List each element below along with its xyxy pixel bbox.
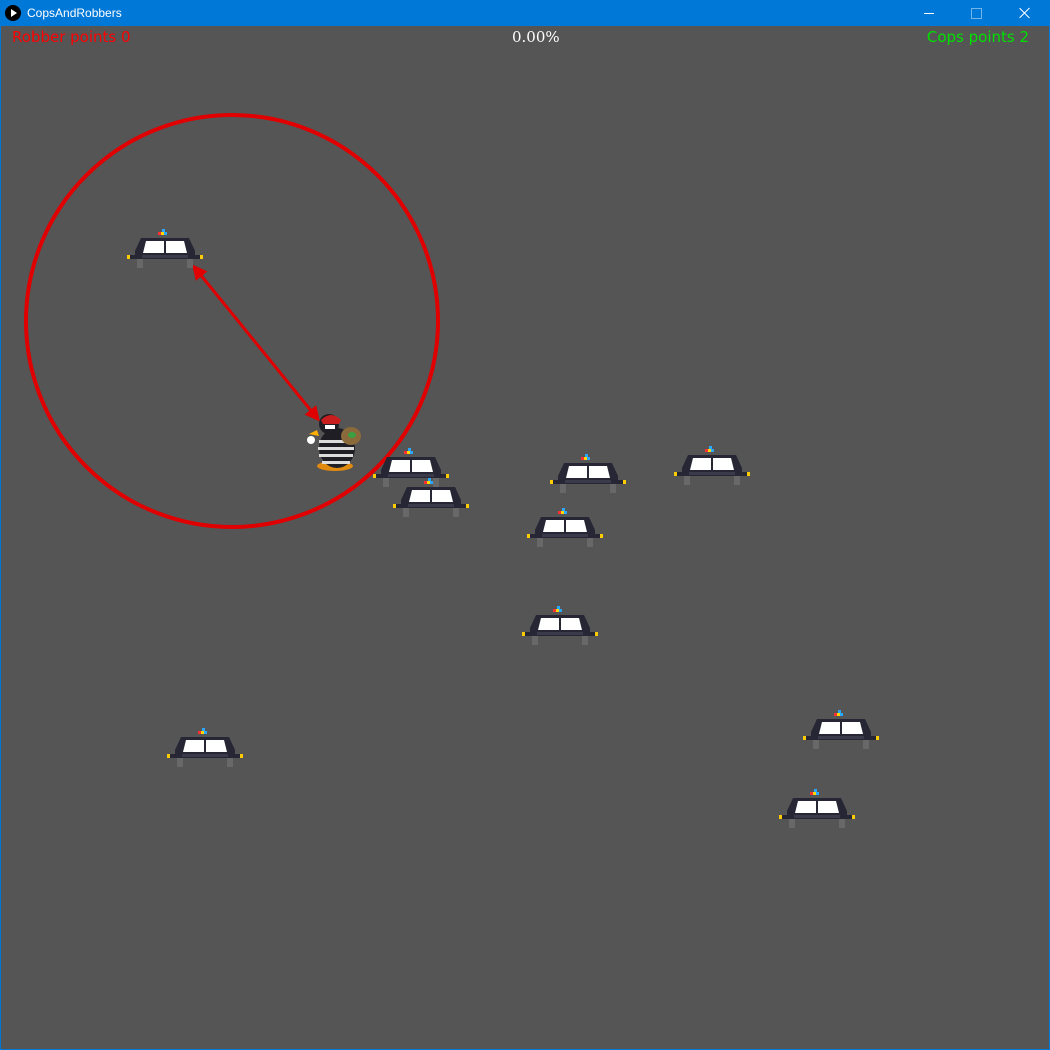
police-car-icon xyxy=(779,789,855,828)
robber-points: Robber points 0 xyxy=(12,28,131,46)
progress-percent: 0.00% xyxy=(512,28,560,46)
title-bar[interactable]: CopsAndRobbers xyxy=(0,0,1050,26)
close-button[interactable] xyxy=(1002,0,1048,26)
police-car-icon xyxy=(674,446,750,485)
penguin-robber-icon xyxy=(307,414,361,471)
minimize-button[interactable] xyxy=(906,0,952,26)
police-car-icon xyxy=(550,454,626,493)
police-car-icon xyxy=(127,229,203,268)
police-car-icon xyxy=(803,710,879,749)
game-window: CopsAndRobbers Robber points 0 0.00% Cop… xyxy=(0,0,1050,1050)
game-canvas[interactable]: Robber points 0 0.00% Cops points 2 xyxy=(1,26,1049,1049)
police-car-icon xyxy=(373,448,449,487)
maximize-button[interactable] xyxy=(953,0,999,26)
window-title: CopsAndRobbers xyxy=(27,6,122,20)
police-car-icon xyxy=(527,508,603,547)
play-icon xyxy=(5,5,21,21)
detection-radius xyxy=(24,113,440,529)
police-car-icon xyxy=(522,606,598,645)
police-car-icon xyxy=(167,728,243,767)
distance-arrow xyxy=(192,264,320,422)
cops-points: Cops points 2 xyxy=(926,28,1029,46)
minimize-icon xyxy=(924,12,934,14)
close-icon xyxy=(1019,7,1031,19)
police-car-icon xyxy=(393,478,469,517)
game-scene xyxy=(24,113,879,828)
maximize-icon xyxy=(970,7,982,19)
